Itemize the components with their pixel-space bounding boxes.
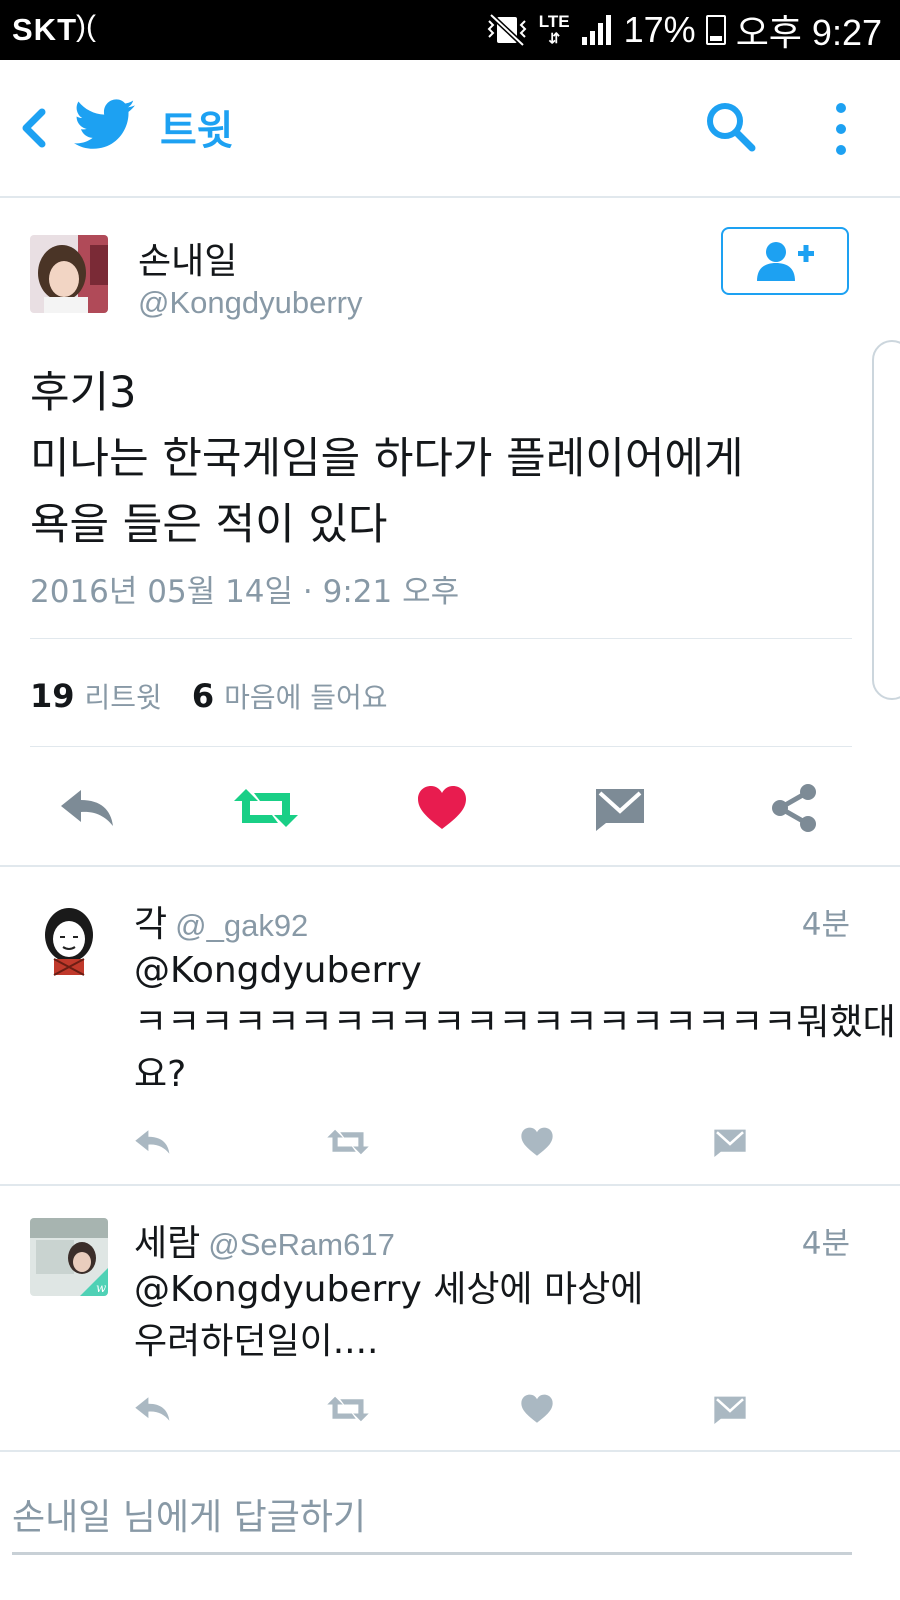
carrier-label: SKT <box>12 12 77 47</box>
reply-reply-button[interactable] <box>131 1389 175 1429</box>
author-avatar[interactable] <box>30 235 108 313</box>
compose-underline <box>12 1552 852 1555</box>
page-title: 트윗 <box>160 108 234 154</box>
reply-like-button[interactable] <box>515 1389 559 1429</box>
retweet-icon <box>327 1129 369 1155</box>
heart-icon <box>418 786 466 829</box>
heart-icon <box>521 1127 553 1156</box>
retweet-icon <box>234 789 298 827</box>
lte-indicator: LTE ⇵ <box>538 12 570 46</box>
divider <box>0 1450 900 1452</box>
reply-button[interactable] <box>58 780 118 836</box>
battery-percent: 17% <box>623 9 696 50</box>
share-icon <box>772 784 816 832</box>
app-bar: 트윗 <box>0 60 900 198</box>
reply-body-line: @Kongdyuberry 세상에 마상에 <box>134 1269 644 1310</box>
reply-body-line: 요? <box>134 1054 187 1095</box>
scroll-edge <box>872 340 900 700</box>
reply-icon <box>135 1397 170 1421</box>
reply-header: 각 @_gak92 <box>134 895 308 947</box>
envelope-icon <box>596 789 644 831</box>
like-button[interactable] <box>412 780 472 836</box>
reply-body-line: 우려하던일이.... <box>134 1321 379 1362</box>
reply-author-handle[interactable]: @SeRam617 <box>208 1227 395 1262</box>
reply-icon <box>135 1130 170 1154</box>
retweet-button[interactable] <box>232 780 300 836</box>
reply-dm-button[interactable] <box>708 1389 752 1429</box>
retweet-count-label[interactable]: 리트윗 <box>85 676 162 716</box>
reply-time: 4분 <box>801 907 850 943</box>
tweet-text: 후기3 미나는 한국게임을 하다가 플레이어에게 욕을 들은 적이 있다 <box>30 360 850 558</box>
reply-dm-button[interactable] <box>708 1122 752 1162</box>
reply-body-line: @Kongdyuberry <box>134 950 422 991</box>
lte-label: LTE <box>538 12 570 31</box>
retweet-icon <box>327 1396 369 1422</box>
reply-time: 4분 <box>801 1226 850 1262</box>
more-vert-icon[interactable] <box>826 100 856 158</box>
reply-avatar[interactable] <box>30 899 108 977</box>
reply-tweet[interactable]: 각 @_gak92 4분 @Kongdyuberry ㅋㅋㅋㅋㅋㅋㅋㅋㅋㅋㅋㅋㅋㅋ… <box>0 867 900 1183</box>
vibrate-mute-icon <box>487 13 527 47</box>
follow-button[interactable] <box>721 227 849 295</box>
divider <box>30 746 852 747</box>
reply-like-button[interactable] <box>515 1122 559 1162</box>
reply-author-name[interactable]: 세람 <box>134 1223 200 1264</box>
author-handle[interactable]: @Kongdyuberry <box>138 285 362 321</box>
retweet-count[interactable]: 19 <box>30 677 75 715</box>
like-count-label[interactable]: 마음에 들어요 <box>224 676 387 716</box>
reply-header: 세람 @SeRam617 <box>134 1214 395 1266</box>
clock: 오후 9:27 <box>735 12 882 53</box>
tweet-timestamp: 2016년 05월 14일 · 9:21 오후 <box>30 574 460 610</box>
reply-body-line: ㅋㅋㅋㅋㅋㅋㅋㅋㅋㅋㅋㅋㅋㅋㅋㅋㅋㅋㅋㅋ뭐했대 <box>134 1002 896 1043</box>
engagement-stats: 19 리트윗 6 마음에 들어요 <box>30 676 418 716</box>
reply-actions <box>0 1122 900 1162</box>
reply-author-handle[interactable]: @_gak92 <box>175 908 308 943</box>
reply-retweet-button[interactable] <box>326 1389 370 1429</box>
direct-message-button[interactable] <box>590 780 650 836</box>
reply-retweet-button[interactable] <box>326 1122 370 1162</box>
status-bar: SKT )( LTE ⇵ 17% 오후 9:27 <box>0 0 900 60</box>
reply-body: @Kongdyuberry ㅋㅋㅋㅋㅋㅋㅋㅋㅋㅋㅋㅋㅋㅋㅋㅋㅋㅋㅋㅋ뭐했대 요? <box>134 945 896 1101</box>
status-icons: LTE ⇵ 17% 오후 9:27 <box>485 9 882 53</box>
author-name[interactable]: 손내일 <box>138 232 237 284</box>
reply-author-name[interactable]: 각 <box>134 904 167 945</box>
reply-reply-button[interactable] <box>131 1122 175 1162</box>
signal-icon <box>581 15 611 45</box>
reply-icon <box>61 790 113 826</box>
add-user-icon <box>757 242 814 281</box>
tweet-text-line: 욕을 들은 적이 있다 <box>30 500 388 550</box>
divider <box>30 638 852 639</box>
like-count[interactable]: 6 <box>192 677 214 715</box>
tweet-text-line: 후기3 <box>30 368 137 418</box>
data-arrows-icon: ⇵ <box>548 30 561 46</box>
reply-body: @Kongdyuberry 세상에 마상에 우려하던일이.... <box>134 1264 854 1368</box>
reply-actions <box>0 1389 900 1429</box>
network-type-icon: )( <box>76 10 96 43</box>
envelope-icon <box>714 1396 746 1424</box>
back-arrow-icon[interactable] <box>14 104 54 152</box>
reply-tweet[interactable]: w 세람 @SeRam617 4분 @Kongdyuberry 세상에 마상에 우… <box>0 1186 900 1448</box>
tweet-actions <box>0 780 900 840</box>
svg-text:w: w <box>96 1281 107 1295</box>
twitter-bird-icon[interactable] <box>74 98 136 152</box>
battery-icon <box>705 15 726 45</box>
tweet-text-line: 미나는 한국게임을 하다가 플레이어에게 <box>30 434 744 484</box>
search-icon[interactable] <box>704 100 758 154</box>
heart-icon <box>521 1394 553 1423</box>
reply-avatar[interactable]: w <box>30 1218 108 1296</box>
reply-compose-input[interactable]: 손내일 님에게 답글하기 <box>12 1488 852 1540</box>
share-button[interactable] <box>764 780 824 836</box>
envelope-icon <box>714 1129 746 1157</box>
